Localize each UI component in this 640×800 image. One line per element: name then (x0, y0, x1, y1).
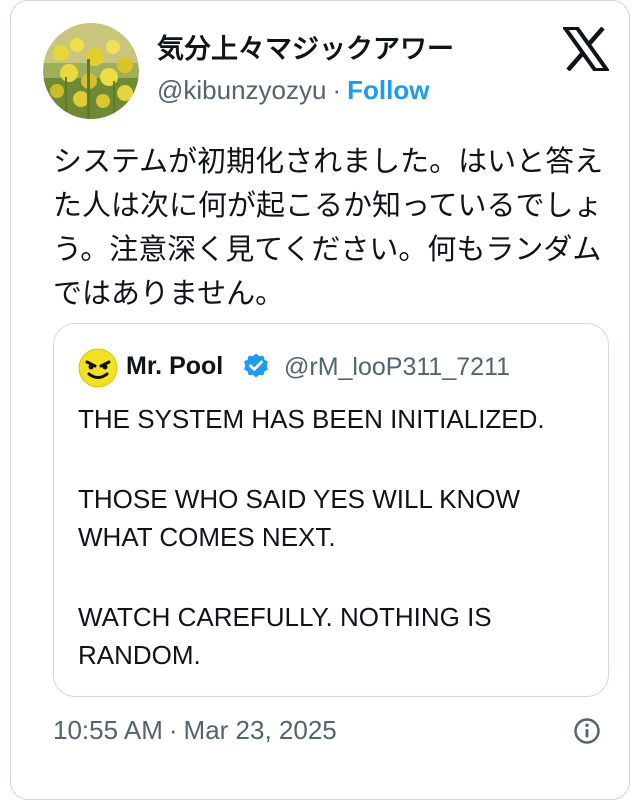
verified-badge-icon (242, 352, 270, 380)
tweet-time: 10:55 AM (53, 715, 163, 745)
quoted-paragraph: THOSE WHO SAID YES WILL KNOW WHAT COMES … (78, 484, 521, 552)
separator-dot: · (168, 715, 178, 745)
quoted-paragraph: WATCH CAREFULLY. NOTHING IS RANDOM. (78, 602, 492, 670)
quoted-tweet[interactable]: Mr. Pool @rM_looP311_7211 THE SYSTEM HAS… (53, 323, 609, 697)
author-avatar[interactable] (43, 23, 139, 119)
smiley-face-icon (78, 348, 118, 388)
quoted-author-name[interactable]: Mr. Pool (126, 352, 223, 381)
quoted-tweet-text: THE SYSTEM HAS BEEN INITIALIZED. THOSE W… (78, 400, 588, 674)
author-handle[interactable]: @kibunzyozyu (157, 75, 326, 105)
separator-dot: · (332, 75, 342, 105)
x-logo-icon[interactable] (561, 26, 611, 72)
quoted-author-avatar[interactable] (78, 348, 118, 388)
yellow-flowers-photo-icon (43, 23, 139, 119)
quoted-author-handle[interactable]: @rM_looP311_7211 (284, 353, 510, 382)
tweet-date: Mar 23, 2025 (183, 715, 337, 745)
tweet-timestamp[interactable]: 10:55 AM · Mar 23, 2025 (53, 715, 337, 746)
quoted-paragraph: THE SYSTEM HAS BEEN INITIALIZED. (78, 404, 545, 434)
info-icon[interactable] (573, 717, 601, 745)
author-display-name[interactable]: 気分上々マジックアワー (157, 27, 454, 66)
author-handle-row: @kibunzyozyu · Follow (157, 75, 429, 106)
tweet-text: システムが初期化されました。はいと答えた人は次に何が起こるか知っているでしょう。… (53, 144, 604, 310)
tweet-card: 気分上々マジックアワー @kibunzyozyu · Follow システムが初期化… (10, 0, 630, 800)
follow-button[interactable]: Follow (347, 75, 429, 105)
